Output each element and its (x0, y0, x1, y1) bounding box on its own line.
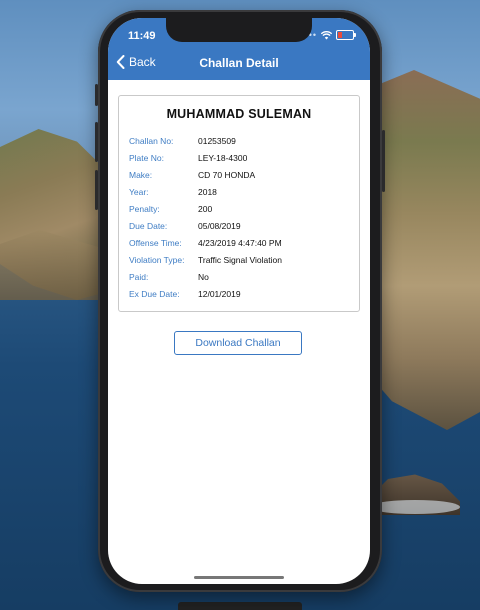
detail-value: No (198, 271, 209, 282)
detail-value: LEY-18-4300 (198, 152, 248, 163)
detail-row-penalty: Penalty: 200 (129, 200, 353, 217)
phone-mute-switch (95, 84, 98, 106)
page-title: Challan Detail (199, 56, 279, 70)
detail-label: Penalty: (129, 203, 160, 214)
detail-value: 2018 (198, 186, 217, 197)
detail-label: Ex Due Date: (129, 288, 180, 299)
detail-row-challan-no: Challan No: 01253509 (129, 132, 353, 149)
phone-volume-down (95, 170, 98, 210)
detail-value: Traffic Signal Violation (198, 254, 282, 265)
detail-value: 01253509 (198, 135, 236, 146)
detail-row-year: Year: 2018 (129, 183, 353, 200)
detail-row-due-date: Due Date: 05/08/2019 (129, 217, 353, 234)
phone-frame: 11:49 •••• Back Challan Detail MUHAMMAD … (95, 10, 385, 592)
wallpaper-foam (370, 500, 460, 514)
detail-label: Make: (129, 169, 153, 180)
challan-card: MUHAMMAD SULEMAN Challan No: 01253509 Pl… (118, 95, 360, 312)
wifi-icon (321, 30, 332, 39)
phone-power-button (382, 130, 385, 192)
detail-row-violation-type: Violation Type: Traffic Signal Violation (129, 251, 353, 268)
status-time: 11:49 (128, 30, 156, 42)
detail-value: 200 (198, 203, 213, 214)
detail-row-paid: Paid: No (129, 268, 353, 285)
dock-bar (178, 602, 302, 610)
detail-label: Paid: (129, 271, 149, 282)
download-challan-button[interactable]: Download Challan (174, 331, 302, 355)
owner-name: MUHAMMAD SULEMAN (166, 107, 312, 121)
detail-value: 4/23/2019 4:47:40 PM (198, 237, 282, 248)
wallpaper-cliff-right (370, 70, 480, 430)
detail-label: Due Date: (129, 220, 168, 231)
detail-label: Challan No: (129, 135, 174, 146)
detail-rows: Challan No: 01253509 Plate No: LEY-18-43… (129, 132, 353, 302)
detail-label: Violation Type: (129, 254, 185, 265)
detail-label: Offense Time: (129, 237, 182, 248)
battery-icon (336, 30, 356, 40)
app-screen: 11:49 •••• Back Challan Detail MUHAMMAD … (108, 18, 370, 584)
detail-value: CD 70 HONDA (198, 169, 256, 180)
detail-value: 12/01/2019 (198, 288, 241, 299)
detail-row-ex-due-date: Ex Due Date: 12/01/2019 (129, 285, 353, 302)
detail-row-make: Make: CD 70 HONDA (129, 166, 353, 183)
detail-label: Plate No: (129, 152, 164, 163)
phone-notch (166, 18, 312, 42)
detail-row-offense-time: Offense Time: 4/23/2019 4:47:40 PM (129, 234, 353, 251)
phone-volume-up (95, 122, 98, 162)
detail-value: 05/08/2019 (198, 220, 241, 231)
detail-row-plate-no: Plate No: LEY-18-4300 (129, 149, 353, 166)
home-indicator[interactable] (194, 576, 284, 579)
detail-label: Year: (129, 186, 149, 197)
